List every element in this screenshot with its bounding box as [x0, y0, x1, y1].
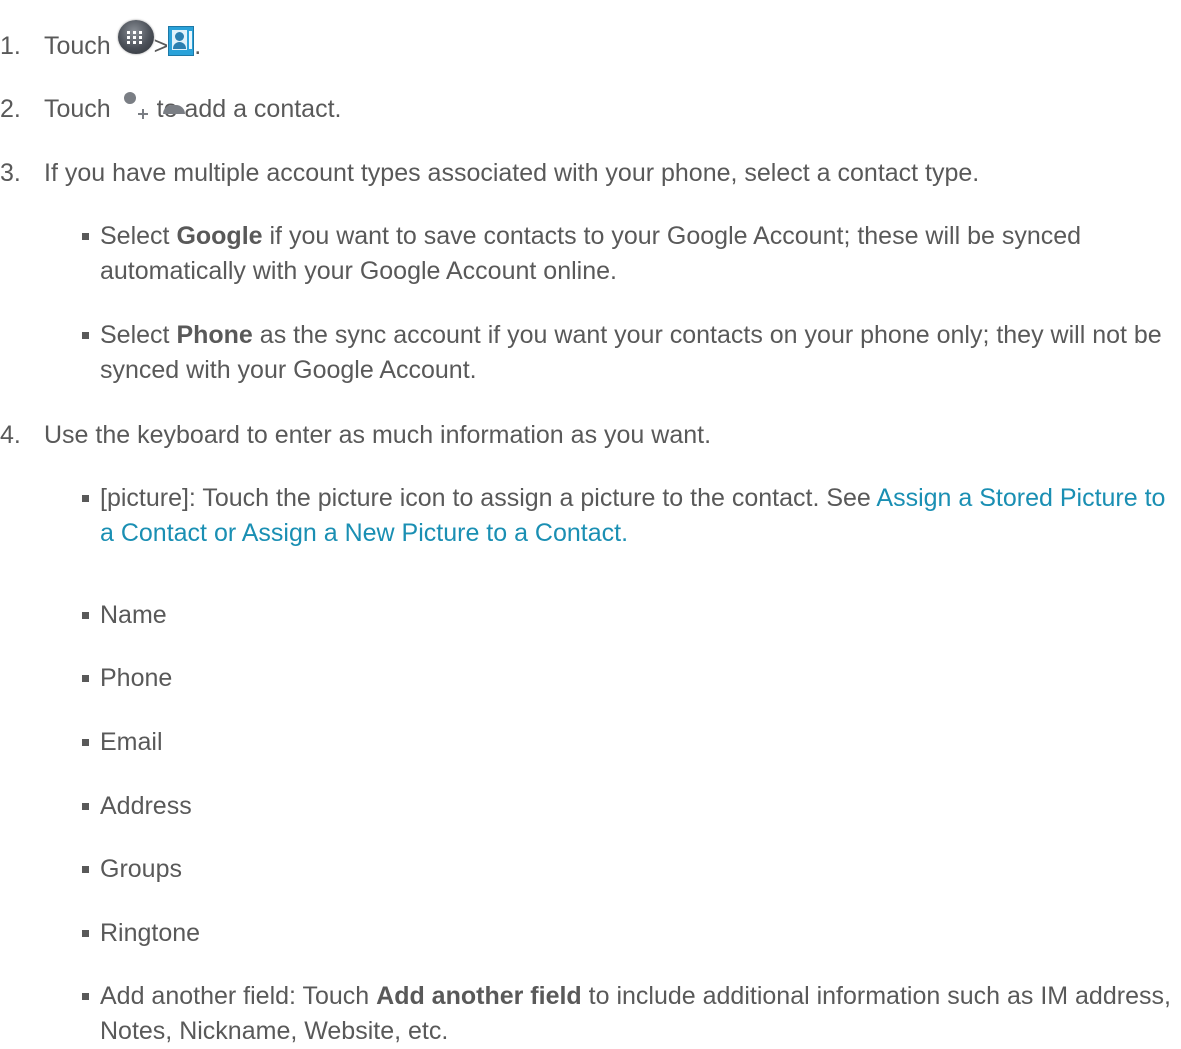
- field-phone: Phone: [82, 661, 1172, 696]
- field-ringtone: Ringtone: [82, 916, 1172, 951]
- bullet-text: Select: [100, 222, 170, 250]
- field-name: Name: [82, 598, 1172, 633]
- bullet-text: [picture]: Touch the picture icon to ass…: [100, 484, 871, 512]
- separator: >: [153, 32, 169, 60]
- contacts-icon: [168, 26, 195, 57]
- step-4: 4. Use the keyboard to enter as much inf…: [0, 418, 1170, 453]
- step-1: 1. Touch > .: [0, 20, 1170, 64]
- add-contact-icon: [118, 92, 185, 120]
- bullet-bold: Add another field: [376, 982, 582, 1010]
- field-email: Email: [82, 725, 1172, 760]
- step-text: Use the keyboard to enter as much inform…: [44, 421, 712, 449]
- step-number: 2.: [0, 95, 21, 123]
- step-text: Touch: [44, 32, 111, 60]
- bullet-marker: [82, 332, 89, 339]
- bullet-add-another-field: Add another field: Touch Add another fie…: [82, 979, 1172, 1049]
- bullet-picture: [picture]: Touch the picture icon to ass…: [82, 481, 1172, 551]
- bullet-bold: Google: [176, 222, 263, 250]
- step-2: 2. Touch to add a contact.: [0, 92, 1170, 127]
- bullet-marker: [82, 495, 89, 502]
- bullet-google: Select Google if you want to save contac…: [82, 219, 1172, 289]
- field-groups: Groups: [82, 852, 1172, 887]
- step-period: .: [194, 32, 202, 60]
- step-3: 3. If you have multiple account types as…: [0, 156, 1170, 191]
- bullet-marker: [82, 612, 89, 619]
- field-label: Email: [100, 728, 163, 756]
- bullet-marker: [82, 993, 89, 1000]
- field-address: Address: [82, 789, 1172, 824]
- step-number: 4.: [0, 421, 21, 449]
- step-text-after: to add a contact.: [156, 95, 342, 123]
- bullet-text-after: as the sync account if you want your con…: [100, 321, 1162, 384]
- bullet-marker: [82, 233, 89, 240]
- bullet-marker: [82, 803, 89, 810]
- field-label: Phone: [100, 664, 173, 692]
- step-number: 3.: [0, 159, 21, 187]
- bullet-bold: Phone: [176, 321, 253, 349]
- bullet-phone: Select Phone as the sync account if you …: [82, 318, 1172, 388]
- apps-icon: [117, 20, 154, 55]
- bullet-marker: [82, 675, 89, 682]
- link-period: .: [621, 519, 629, 547]
- bullet-marker: [82, 866, 89, 873]
- bullet-text: Select: [100, 321, 170, 349]
- step-number: 1.: [0, 32, 21, 60]
- bullet-marker: [82, 739, 89, 746]
- field-label: Ringtone: [100, 919, 201, 947]
- step-text: If you have multiple account types assoc…: [44, 159, 980, 187]
- bullet-text: Add another field: Touch: [100, 982, 370, 1010]
- step-text: Touch: [44, 95, 111, 123]
- instructions-page: 1. Touch > . 2. Touch to add a contact. …: [0, 0, 1181, 1047]
- field-label: Address: [100, 792, 192, 820]
- field-label: Name: [100, 601, 167, 629]
- bullet-marker: [82, 930, 89, 937]
- field-label: Groups: [100, 855, 182, 883]
